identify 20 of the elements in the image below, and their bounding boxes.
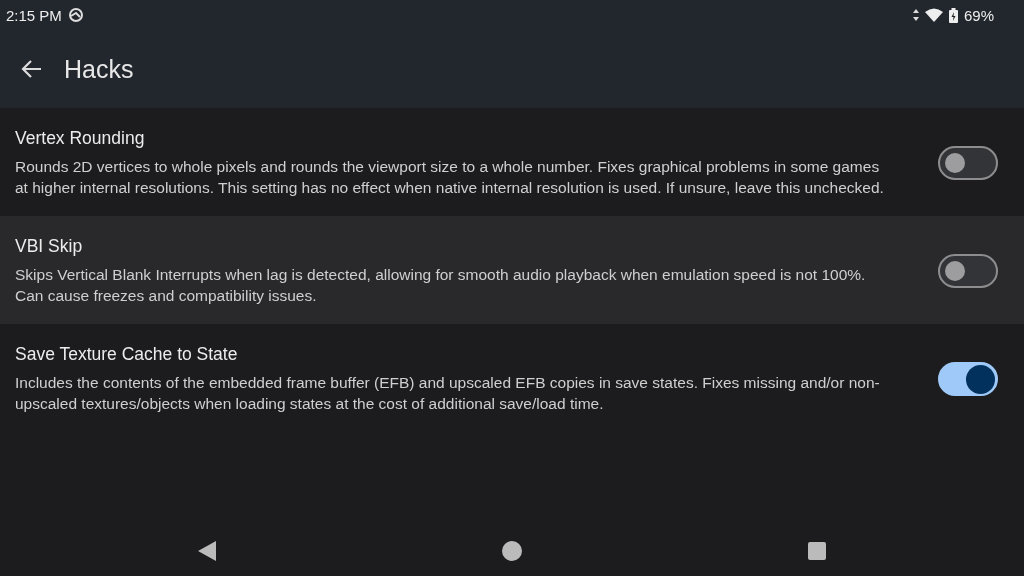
battery-icon bbox=[948, 7, 958, 23]
home-nav-icon[interactable] bbox=[502, 541, 522, 561]
sync-icon bbox=[67, 7, 84, 23]
toggle-switch[interactable] bbox=[938, 254, 998, 288]
toggle-switch[interactable] bbox=[938, 146, 998, 180]
back-arrow-icon bbox=[20, 59, 42, 79]
setting-title: Vertex Rounding bbox=[15, 128, 146, 149]
page-title: Hacks bbox=[64, 54, 134, 84]
status-time: 2:15 PM bbox=[6, 6, 62, 24]
setting-row[interactable]: VBI Skip Skips Vertical Blank Interrupts when lag is detected, allowing for smooth audio playback when emulation speed is not 100%. Can cause freezes and compatibility issues. bbox=[0, 216, 1024, 324]
back-nav-icon[interactable] bbox=[198, 541, 216, 561]
battery-percent: 69% bbox=[963, 6, 994, 24]
setting-description: Rounds 2D vertices to whole pixels and rounds the viewport size to a whole number. Fixes graphical problems in some games at higher internal resolutions. This setting has no effect when native internal resolution is used. If unsure, leave this unchecked. bbox=[15, 157, 885, 198]
setting-description: Skips Vertical Blank Interrupts when lag is detected, allowing for smooth audio playback when emulation speed is not 100%. Can cause freezes and compatibility issues. bbox=[15, 265, 867, 306]
wifi-icon bbox=[924, 8, 943, 22]
toggle-switch[interactable] bbox=[938, 362, 998, 396]
setting-title: VBI Skip bbox=[15, 236, 84, 257]
setting-title: Save Texture Cache to State bbox=[15, 344, 239, 365]
setting-description: Includes the contents of the embedded frame buffer (EFB) and upscaled EFB copies in save states. Fixes missing and/or non-upscaled textures/objects when loading states at the cost of additional save/load time. bbox=[15, 373, 881, 414]
data-arrows-icon bbox=[912, 9, 919, 21]
